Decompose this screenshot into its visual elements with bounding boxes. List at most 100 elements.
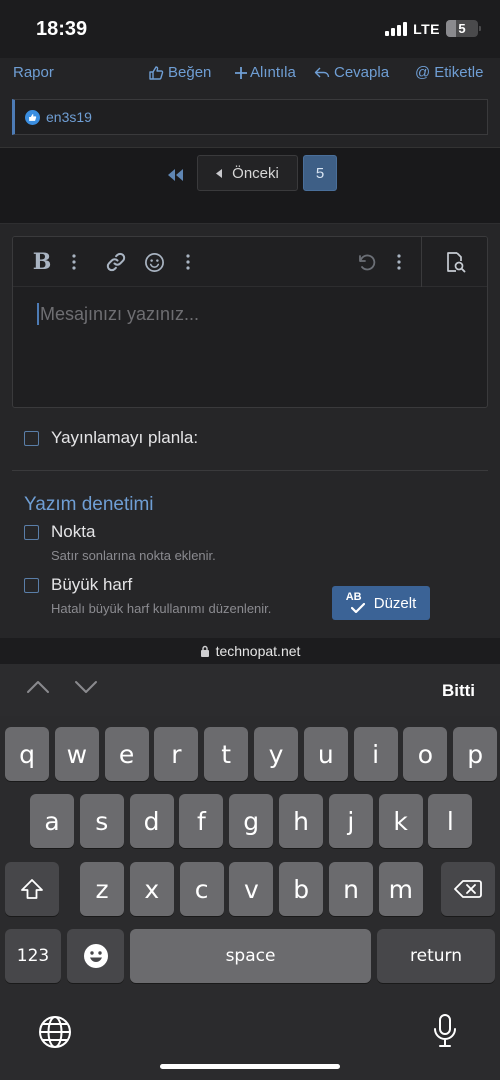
key-q[interactable]: q bbox=[5, 727, 49, 781]
key-r[interactable]: r bbox=[154, 727, 199, 781]
status-indicators: LTE 5 bbox=[385, 20, 481, 37]
reply-link[interactable]: Cevapla bbox=[314, 64, 389, 81]
key-j[interactable]: j bbox=[328, 794, 373, 848]
like-label: Beğen bbox=[168, 64, 212, 81]
key-x[interactable]: x bbox=[129, 862, 174, 916]
key-w[interactable]: w bbox=[54, 727, 99, 781]
key-v[interactable]: v bbox=[229, 862, 274, 916]
period-hint: Satır sonlarına nokta eklenir. bbox=[51, 548, 216, 563]
status-bar: 18:39 LTE 5 bbox=[0, 0, 500, 58]
first-page-button[interactable] bbox=[162, 162, 190, 188]
key-m[interactable]: m bbox=[378, 862, 423, 916]
chevron-down-icon[interactable] bbox=[74, 680, 98, 694]
message-editor: B Mesajınızı yazınız... bbox=[12, 236, 488, 408]
key-k[interactable]: k bbox=[378, 794, 423, 848]
editor-toolbar: B bbox=[13, 237, 487, 287]
battery-icon: 5 bbox=[446, 20, 481, 37]
shift-key[interactable] bbox=[5, 862, 59, 916]
pagination: Önceki 5 bbox=[0, 148, 500, 224]
like-link[interactable]: Beğen bbox=[148, 64, 211, 81]
fix-button[interactable]: AB Düzelt bbox=[332, 586, 430, 620]
backspace-key[interactable] bbox=[441, 862, 495, 916]
previous-label: Önceki bbox=[232, 164, 279, 182]
keyboard: qwertyuiop asdfghjkl zxcvbnm 123 space r… bbox=[0, 716, 500, 1080]
tag-link[interactable]: @ Etiketle bbox=[415, 64, 483, 81]
key-d[interactable]: d bbox=[129, 794, 174, 848]
globe-icon[interactable] bbox=[38, 1015, 72, 1049]
period-label: Nokta bbox=[51, 522, 96, 541]
period-option[interactable]: Nokta Satır sonlarına nokta eklenir. bbox=[24, 522, 216, 563]
network-type: LTE bbox=[413, 20, 440, 37]
emoji-icon bbox=[83, 944, 108, 968]
plus-icon bbox=[235, 66, 247, 79]
message-placeholder: Mesajınızı yazınız... bbox=[40, 303, 200, 324]
capital-checkbox[interactable] bbox=[24, 578, 39, 593]
microphone-icon[interactable] bbox=[433, 1013, 457, 1049]
quote-link[interactable]: Alıntıla bbox=[233, 64, 296, 81]
space-key[interactable]: space bbox=[130, 929, 371, 983]
message-input[interactable]: Mesajınızı yazınız... bbox=[37, 303, 199, 325]
thumbs-up-icon bbox=[149, 65, 164, 80]
browser-url-bar[interactable]: technopat.net bbox=[0, 638, 500, 664]
quote-label: Alıntıla bbox=[250, 64, 296, 81]
undo-icon[interactable] bbox=[354, 250, 378, 274]
key-l[interactable]: l bbox=[428, 794, 473, 848]
tag-label: Etiketle bbox=[434, 64, 484, 81]
key-z[interactable]: z bbox=[80, 862, 124, 916]
spellcheck-icon: AB bbox=[345, 591, 366, 614]
fix-button-label: Düzelt bbox=[373, 594, 417, 612]
key-e[interactable]: e bbox=[104, 727, 149, 781]
home-indicator bbox=[160, 1064, 340, 1069]
page-number-current[interactable]: 5 bbox=[303, 155, 337, 191]
key-y[interactable]: y bbox=[254, 727, 298, 781]
double-left-icon bbox=[168, 169, 183, 181]
section-divider bbox=[12, 470, 488, 471]
like-reaction-icon bbox=[25, 109, 40, 125]
preview-button[interactable] bbox=[421, 237, 487, 287]
capital-option[interactable]: Büyük harf Hatalı büyük harf kullanımı d… bbox=[24, 575, 271, 616]
more-insert-options-icon[interactable] bbox=[183, 250, 193, 274]
emoji-icon[interactable] bbox=[142, 250, 166, 274]
signal-icon bbox=[385, 21, 408, 36]
key-g[interactable]: g bbox=[229, 794, 274, 848]
schedule-label: Yayınlamayı planla: bbox=[51, 428, 199, 447]
backspace-icon bbox=[454, 880, 482, 898]
done-button[interactable]: Bitti bbox=[442, 681, 475, 701]
emoji-key[interactable] bbox=[67, 929, 124, 983]
status-time: 18:39 bbox=[36, 18, 88, 40]
reaction-user-link[interactable]: en3s19 bbox=[46, 109, 92, 125]
caret-left-icon bbox=[216, 168, 223, 178]
bold-button[interactable]: B bbox=[31, 249, 53, 275]
more-actions-icon[interactable] bbox=[394, 250, 404, 274]
reply-label: Cevapla bbox=[334, 64, 390, 81]
url-text: technopat.net bbox=[215, 643, 301, 659]
previous-page-button[interactable]: Önceki bbox=[197, 155, 298, 191]
key-i[interactable]: i bbox=[353, 727, 398, 781]
key-o[interactable]: o bbox=[403, 727, 448, 781]
spellcheck-icon-text: AB bbox=[345, 591, 362, 603]
key-s[interactable]: s bbox=[79, 794, 124, 848]
return-key[interactable]: return bbox=[377, 929, 495, 983]
period-checkbox[interactable] bbox=[24, 525, 39, 540]
reaction-summary[interactable]: en3s19 bbox=[12, 99, 488, 135]
numbers-key[interactable]: 123 bbox=[5, 929, 61, 983]
link-icon[interactable] bbox=[104, 250, 128, 274]
key-n[interactable]: n bbox=[329, 862, 373, 916]
key-c[interactable]: c bbox=[179, 862, 224, 916]
at-icon: @ bbox=[415, 64, 431, 81]
schedule-option[interactable]: Yayınlamayı planla: bbox=[24, 428, 198, 448]
key-p[interactable]: p bbox=[453, 727, 498, 781]
schedule-checkbox[interactable] bbox=[24, 431, 39, 446]
chevron-up-icon[interactable] bbox=[26, 680, 50, 694]
more-text-options-icon[interactable] bbox=[69, 250, 79, 274]
key-t[interactable]: t bbox=[204, 727, 249, 781]
report-link[interactable]: Rapor bbox=[13, 64, 54, 81]
key-h[interactable]: h bbox=[279, 794, 323, 848]
key-u[interactable]: u bbox=[303, 727, 348, 781]
key-a[interactable]: a bbox=[30, 794, 74, 848]
key-b[interactable]: b bbox=[279, 862, 324, 916]
key-f[interactable]: f bbox=[179, 794, 224, 848]
preview-icon bbox=[446, 252, 465, 273]
battery-level: 5 bbox=[458, 21, 466, 36]
post-actions-bar: Rapor Beğen Alıntıla Cevapla @ Etiketle bbox=[0, 58, 500, 92]
